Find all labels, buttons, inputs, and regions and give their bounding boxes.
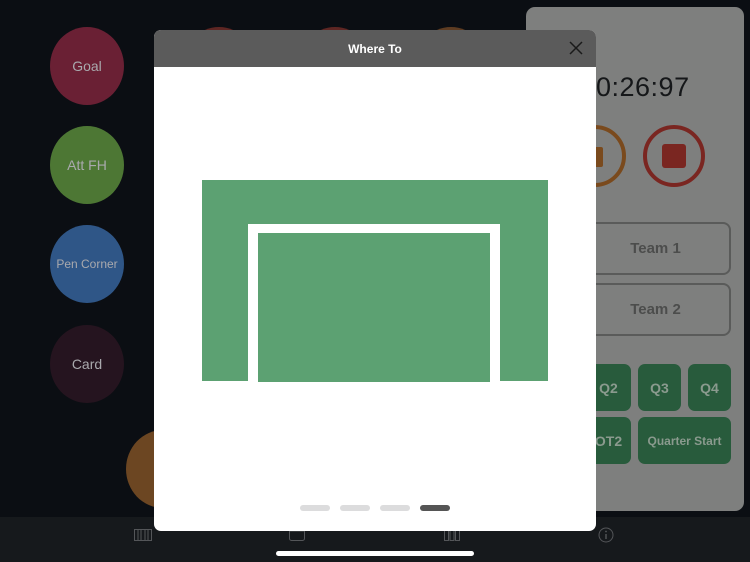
page-indicator — [154, 505, 596, 511]
app-root: Goal Att FH Pen Corner Card 0:26:97 Team… — [0, 0, 750, 562]
quarter-start-button[interactable]: Quarter Start — [638, 417, 731, 464]
field-icon[interactable] — [134, 529, 152, 541]
pen-corner-button[interactable]: Pen Corner — [50, 225, 124, 303]
page-dot[interactable] — [340, 505, 370, 511]
modal-title: Where To — [348, 41, 402, 56]
modal-header: Where To — [154, 30, 596, 67]
q3-button[interactable]: Q3 — [638, 364, 681, 411]
page-dot-active[interactable] — [420, 505, 450, 511]
close-icon[interactable] — [568, 40, 584, 56]
timer-display: 0:26:97 — [596, 72, 690, 102]
stop-button[interactable] — [643, 125, 705, 187]
team-1-label: Team 1 — [630, 240, 681, 257]
q4-button[interactable]: Q4 — [688, 364, 731, 411]
att-fh-button[interactable]: Att FH — [50, 126, 124, 204]
pen-corner-label: Pen Corner — [56, 257, 118, 271]
q2-label: Q2 — [599, 379, 618, 396]
info-icon[interactable] — [598, 527, 614, 543]
team-2-label: Team 2 — [630, 301, 681, 318]
att-fh-label: Att FH — [67, 157, 107, 173]
page-dot[interactable] — [300, 505, 330, 511]
page-dot[interactable] — [380, 505, 410, 511]
card-label: Card — [71, 356, 103, 372]
q4-label: Q4 — [700, 379, 719, 396]
quarter-start-label: Quarter Start — [647, 433, 722, 448]
goal-button[interactable]: Goal — [50, 27, 124, 105]
inner-zone[interactable] — [258, 233, 490, 382]
q3-label: Q3 — [650, 379, 669, 396]
stop-icon — [662, 144, 686, 168]
home-indicator[interactable] — [276, 551, 474, 556]
goal-area-diagram — [202, 180, 548, 382]
ot2-label: OT2 — [594, 432, 623, 449]
card-button[interactable]: Card — [50, 325, 124, 403]
where-to-modal: Where To — [154, 30, 596, 531]
goal-label: Goal — [72, 58, 102, 74]
